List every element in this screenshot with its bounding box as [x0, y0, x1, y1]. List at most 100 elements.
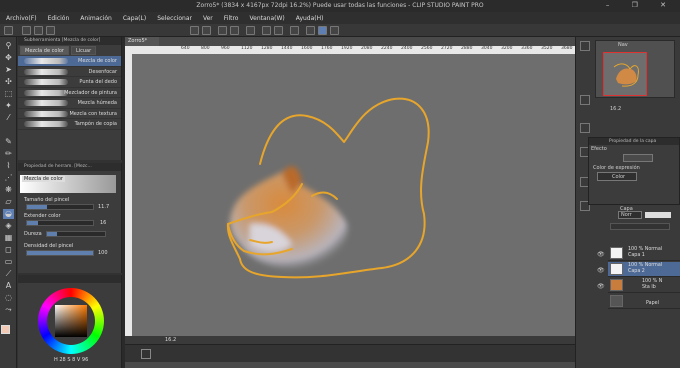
extend-color-slider[interactable] — [26, 220, 94, 226]
auto-select-tool-icon[interactable]: ✦ — [3, 101, 14, 111]
snap-special-button[interactable] — [330, 26, 339, 35]
menu-capa[interactable]: Capa(L) — [123, 15, 146, 22]
tab-licuar[interactable]: Licuar — [70, 46, 97, 55]
transform-button[interactable] — [246, 26, 255, 35]
layer-name: Capa 1 — [628, 253, 645, 258]
app-icon[interactable] — [4, 26, 13, 35]
selection-tool-icon[interactable]: ⬚ — [3, 89, 14, 99]
opacity-slider[interactable] — [645, 212, 671, 218]
airbrush-tool-icon[interactable]: ⋰ — [3, 173, 14, 183]
fill-tool-icon[interactable]: ◈ — [3, 221, 14, 231]
layer-menu-icon[interactable] — [141, 349, 151, 359]
layer-thumbnail — [610, 263, 623, 275]
ruler-tool-icon[interactable]: ⟋ — [3, 269, 14, 279]
brush-size-slider[interactable] — [26, 204, 94, 210]
clear-button[interactable] — [218, 26, 227, 35]
density-value[interactable]: 100 — [98, 250, 108, 256]
move-tool-icon[interactable]: ✥ — [3, 53, 14, 63]
layer-item[interactable]: Papel — [608, 294, 680, 309]
window-controls[interactable]: – ❐ ✕ — [606, 1, 676, 9]
layer-name: Sta lb — [642, 285, 656, 290]
saturation-value-square[interactable] — [55, 305, 87, 337]
menu-ventana[interactable]: Ventana(W) — [249, 15, 284, 22]
main-color-swatch[interactable] — [1, 325, 10, 334]
brush-item[interactable]: Desenfocar — [18, 67, 121, 77]
balloon-tool-icon[interactable]: ◌ — [3, 293, 14, 303]
crop-button[interactable] — [274, 26, 283, 35]
brush-item[interactable]: Mezcla húmeda — [18, 98, 121, 109]
snap-grid-button[interactable] — [318, 26, 327, 35]
dock-icon-2[interactable] — [580, 95, 590, 105]
blend-tool-icon[interactable]: ◒ — [3, 209, 14, 219]
left-ruler — [125, 54, 132, 336]
decoration-tool-icon[interactable]: ❋ — [3, 185, 14, 195]
navigator-preview[interactable] — [603, 52, 647, 96]
pen-tool-icon[interactable]: ✎ — [3, 137, 14, 147]
drawing-canvas[interactable] — [132, 54, 575, 336]
brush-item[interactable]: Mezclador de pintura — [18, 88, 121, 98]
tab-mezcla-de-color[interactable]: Mezcla de color — [20, 46, 69, 55]
menu-bar: Archivo(F) Edición Animación Capa(L) Sel… — [0, 12, 680, 24]
layer-item[interactable]: 100 % N Sta lb — [608, 278, 680, 293]
brush-item[interactable]: Punta del dedo — [18, 77, 121, 88]
save-button[interactable] — [46, 26, 55, 35]
frame-tool-icon[interactable]: ▭ — [3, 257, 14, 267]
blend-mode-select[interactable]: Norr — [618, 211, 642, 219]
brush-item[interactable]: Mezcla con textura — [18, 109, 121, 119]
layer-item[interactable]: 100 % Normal Capa 2 — [608, 262, 680, 277]
expression-color-select[interactable]: Color — [597, 172, 637, 181]
fill-button[interactable] — [230, 26, 239, 35]
zoom-tool-icon[interactable]: ⚲ — [3, 41, 14, 51]
snap-ruler-button[interactable] — [306, 26, 315, 35]
brush-size-value[interactable]: 11.7 — [98, 204, 109, 210]
layer-item[interactable]: 100 % Normal Capa 1 — [608, 246, 680, 261]
brush-item[interactable]: Tampón de copia — [18, 119, 121, 130]
layer-property-panel: Propiedad de la capa Efecto Color de exp… — [588, 137, 680, 205]
brush-label: Desenfocar — [88, 68, 117, 75]
brush-preview: Mezcla de color — [20, 175, 116, 193]
redo-button[interactable] — [202, 26, 211, 35]
layer-toolbar[interactable] — [610, 223, 670, 230]
menu-filtro[interactable]: Filtro — [224, 15, 239, 22]
menu-archivo[interactable]: Archivo(F) — [6, 15, 37, 22]
zoom-value[interactable]: 16.2 — [165, 337, 176, 343]
invert-selection-button[interactable] — [290, 26, 299, 35]
dock-icon-1[interactable] — [580, 41, 590, 51]
menu-ver[interactable]: Ver — [203, 15, 213, 22]
operation-tool-icon[interactable]: ➤ — [3, 65, 14, 75]
visibility-eye-icon[interactable]: 👁 — [597, 251, 605, 258]
move-layer-tool-icon[interactable]: ✣ — [3, 77, 14, 87]
brush-tool-icon[interactable]: ⌇ — [3, 161, 14, 171]
density-slider[interactable] — [26, 250, 94, 256]
pencil-tool-icon[interactable]: ✏ — [3, 149, 14, 159]
canvas-tab[interactable]: Zorro5* — [125, 37, 159, 46]
menu-animacion[interactable]: Animación — [80, 15, 112, 22]
effect-buttons[interactable] — [623, 154, 653, 162]
gradient-tool-icon[interactable]: ▦ — [3, 233, 14, 243]
dock-icon-3[interactable] — [580, 123, 590, 133]
brush-stroke-preview — [24, 68, 68, 75]
eraser-tool-icon[interactable]: ▱ — [3, 197, 14, 207]
layer-mode: 100 % Normal — [628, 247, 663, 252]
navigator-zoom[interactable]: 16.2 — [610, 106, 621, 112]
menu-ayuda[interactable]: Ayuda(H) — [296, 15, 324, 22]
density-label: Densidad del pincel — [24, 243, 74, 249]
extend-color-value[interactable]: 16 — [100, 220, 106, 226]
menu-edicion[interactable]: Edición — [48, 15, 70, 22]
new-file-button[interactable] — [22, 26, 31, 35]
visibility-eye-icon[interactable]: 👁 — [597, 267, 605, 274]
figure-tool-icon[interactable]: ◻ — [3, 245, 14, 255]
canvas-statusbar: 16.2 — [125, 336, 575, 344]
visibility-eye-icon[interactable]: 👁 — [597, 283, 605, 290]
eyedropper-tool-icon[interactable]: ⁄ — [3, 113, 14, 123]
open-file-button[interactable] — [34, 26, 43, 35]
menu-seleccionar[interactable]: Seleccionar — [157, 15, 192, 22]
navigator-tab[interactable]: Nav — [618, 42, 628, 48]
undo-button[interactable] — [190, 26, 199, 35]
hardness-selector[interactable] — [46, 231, 106, 237]
text-tool-icon[interactable]: A — [3, 281, 14, 291]
deselect-button[interactable] — [262, 26, 271, 35]
brush-item[interactable]: Mezcla de color — [18, 56, 121, 67]
correct-line-tool-icon[interactable]: ⤳ — [3, 305, 14, 315]
hue-ring[interactable] — [38, 288, 104, 354]
